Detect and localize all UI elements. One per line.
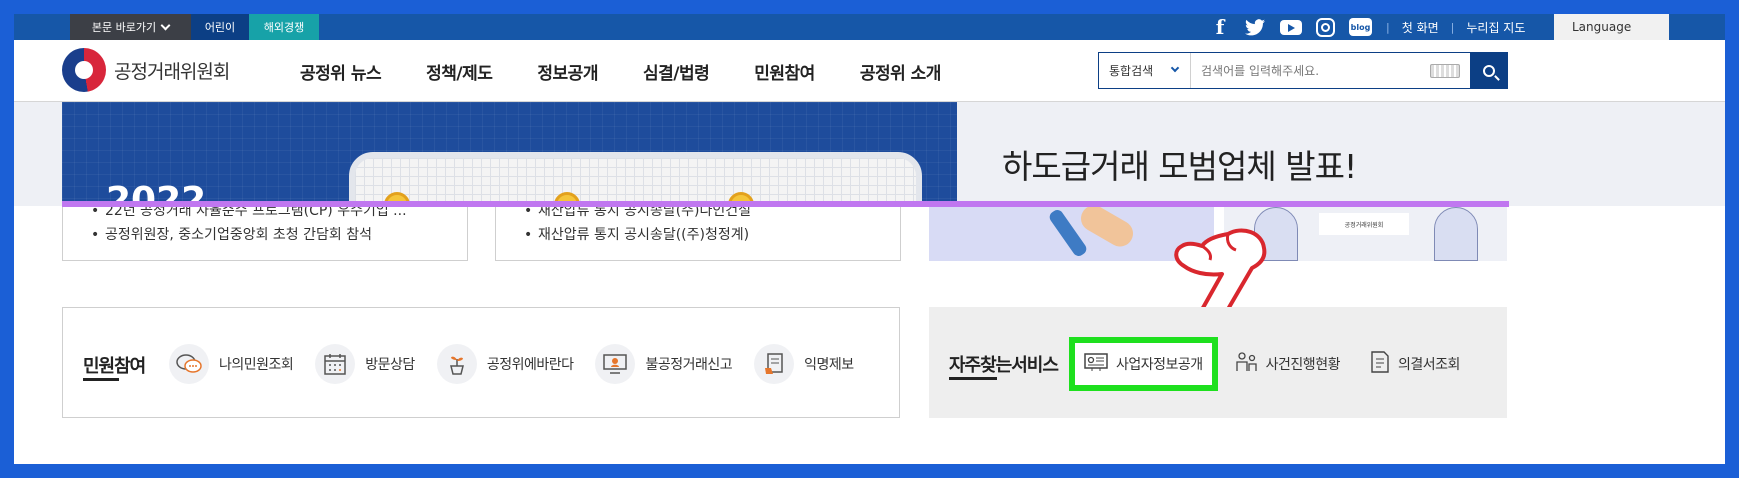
site-header: 공정거래위원회 공정위 뉴스 정책/제도 정보공개 심결/법령 민원참여 공정위… [14, 40, 1725, 102]
kids-link[interactable]: 어린이 [191, 14, 249, 40]
sitemap-link[interactable]: 누리집 지도 [1466, 19, 1525, 36]
banner-left-image[interactable]: 2022 [62, 102, 957, 206]
virtual-keyboard-icon[interactable] [1430, 63, 1460, 78]
site-logo[interactable]: 공정거래위원회 [62, 48, 230, 92]
service-label: 사업자정보공개 [1116, 357, 1203, 373]
calendar-icon [315, 344, 356, 384]
first-screen-link[interactable]: 첫 화면 [1402, 19, 1439, 36]
monitor-alert-icon [595, 344, 636, 384]
document-icon [1368, 350, 1390, 378]
utility-links: | 첫 화면 | 누리집 지도 [1386, 19, 1526, 36]
news-list-middle: 재산압류 통지 공시송달(주)다인건설 재산압류 통지 공시송달((주)청정계) [495, 207, 901, 261]
list-item[interactable]: 22년 공정거래 자율준수 프로그램(CP) 우수기업 ... [91, 207, 407, 223]
logo-text: 공정거래위원회 [114, 60, 230, 83]
nav-item-about[interactable]: 공정위 소개 [860, 59, 942, 84]
civil-item-label: 나의민원조회 [219, 357, 294, 373]
main-navigation: 공정위 뉴스 정책/제도 정보공개 심결/법령 민원참여 공정위 소개 [300, 40, 986, 102]
civil-item-anonymous-tip[interactable]: 익명제보 [754, 344, 854, 384]
id-card-icon [1084, 352, 1108, 376]
banner-right-panel[interactable]: 하도급거래 모범업체 발표! [957, 102, 1505, 206]
civil-item-label: 익명제보 [804, 357, 854, 373]
skip-label: 본문 바로가기 [91, 21, 157, 34]
civil-item-my-complaints[interactable]: 나의민원조회 [169, 344, 294, 384]
civil-item-visit-consult[interactable]: 방문상담 [315, 344, 415, 384]
civil-item-suggestions[interactable]: 공정위에바란다 [436, 344, 574, 384]
search-bar: 통합검색 검색어를 입력해주세요. [1098, 52, 1508, 89]
search-scope-select[interactable]: 통합검색 [1099, 53, 1191, 88]
twitter-icon[interactable] [1244, 18, 1266, 36]
social-links: f blog [1210, 14, 1372, 40]
main-banner: 2022 하도급거래 모범업체 발표! [14, 102, 1725, 206]
person-figure [1434, 207, 1478, 261]
skip-to-content-button[interactable]: 본문 바로가기 [70, 14, 191, 40]
chevron-down-icon [1170, 63, 1180, 73]
utility-bar: 본문 바로가기 어린이 해외경쟁 f blog | 첫 화면 | 누리집 지도 … [14, 14, 1725, 40]
promo-card-label: 공정거래위원회 [1319, 213, 1409, 235]
section-title: 자주찾는서비스 [949, 351, 1059, 380]
service-label: 의결서조회 [1397, 357, 1460, 373]
language-select[interactable]: Language [1554, 14, 1669, 40]
service-case-status[interactable]: 사건진행현황 [1222, 337, 1352, 391]
list-item[interactable]: 재산압류 통지 공시송달((주)청정계) [524, 223, 751, 247]
chevron-down-icon [160, 20, 171, 30]
instagram-icon[interactable] [1316, 17, 1335, 37]
browser-viewport: 본문 바로가기 어린이 해외경쟁 f blog | 첫 화면 | 누리집 지도 … [14, 14, 1725, 464]
civil-item-label: 공정위에바란다 [486, 357, 574, 373]
frequent-services-panel: 자주찾는서비스 사업자정보공개 사건진행현황 의결서조회 [929, 307, 1507, 418]
civil-item-label: 불공정거래신고 [645, 357, 733, 373]
banner-title: 하도급거래 모범업체 발표! [1002, 147, 1357, 186]
document-hand-icon [754, 344, 795, 384]
service-decision-lookup[interactable]: 의결서조회 [1356, 337, 1472, 391]
service-label: 사건진행현황 [1265, 357, 1341, 373]
chat-bubbles-icon [169, 344, 209, 384]
search-button[interactable] [1470, 52, 1508, 89]
facebook-icon[interactable]: f [1210, 15, 1230, 39]
search-scope-label: 통합검색 [1109, 64, 1154, 78]
nav-item-rulings[interactable]: 심결/법령 [643, 59, 710, 84]
civil-item-label: 방문상담 [365, 357, 415, 373]
overseas-competition-link[interactable]: 해외경쟁 [249, 14, 319, 40]
civil-participation-panel: 민원참여 나의민원조회 방문상담 공정위에바란다 불공정거래신고 익명제보 [62, 307, 900, 418]
tablet-illustration [349, 152, 922, 206]
nav-item-policy[interactable]: 정책/제도 [426, 59, 493, 84]
taegeuk-logo-icon [62, 48, 106, 92]
people-icon [1234, 351, 1258, 377]
section-title: 민원참여 [83, 352, 146, 381]
plant-icon [436, 344, 477, 384]
nav-item-news[interactable]: 공정위 뉴스 [300, 59, 382, 84]
youtube-icon[interactable] [1280, 19, 1302, 35]
list-item[interactable]: 공정위원장, 중소기업중앙회 초청 간담회 참석 [91, 223, 407, 247]
news-list-left: 22년 공정거래 자율준수 프로그램(CP) 우수기업 ... 공정위원장, 중… [62, 207, 468, 261]
search-input[interactable]: 검색어를 입력해주세요. [1191, 62, 1430, 79]
nav-item-disclosure[interactable]: 정보공개 [537, 59, 598, 84]
search-icon [1483, 64, 1495, 77]
list-item[interactable]: 재산압류 통지 공시송달(주)다인건설 [524, 207, 751, 223]
service-business-info[interactable]: 사업자정보공개 [1069, 337, 1218, 391]
nav-item-civil[interactable]: 민원참여 [754, 59, 815, 84]
blog-icon[interactable]: blog [1349, 18, 1372, 36]
civil-item-unfair-report[interactable]: 불공정거래신고 [595, 344, 733, 384]
